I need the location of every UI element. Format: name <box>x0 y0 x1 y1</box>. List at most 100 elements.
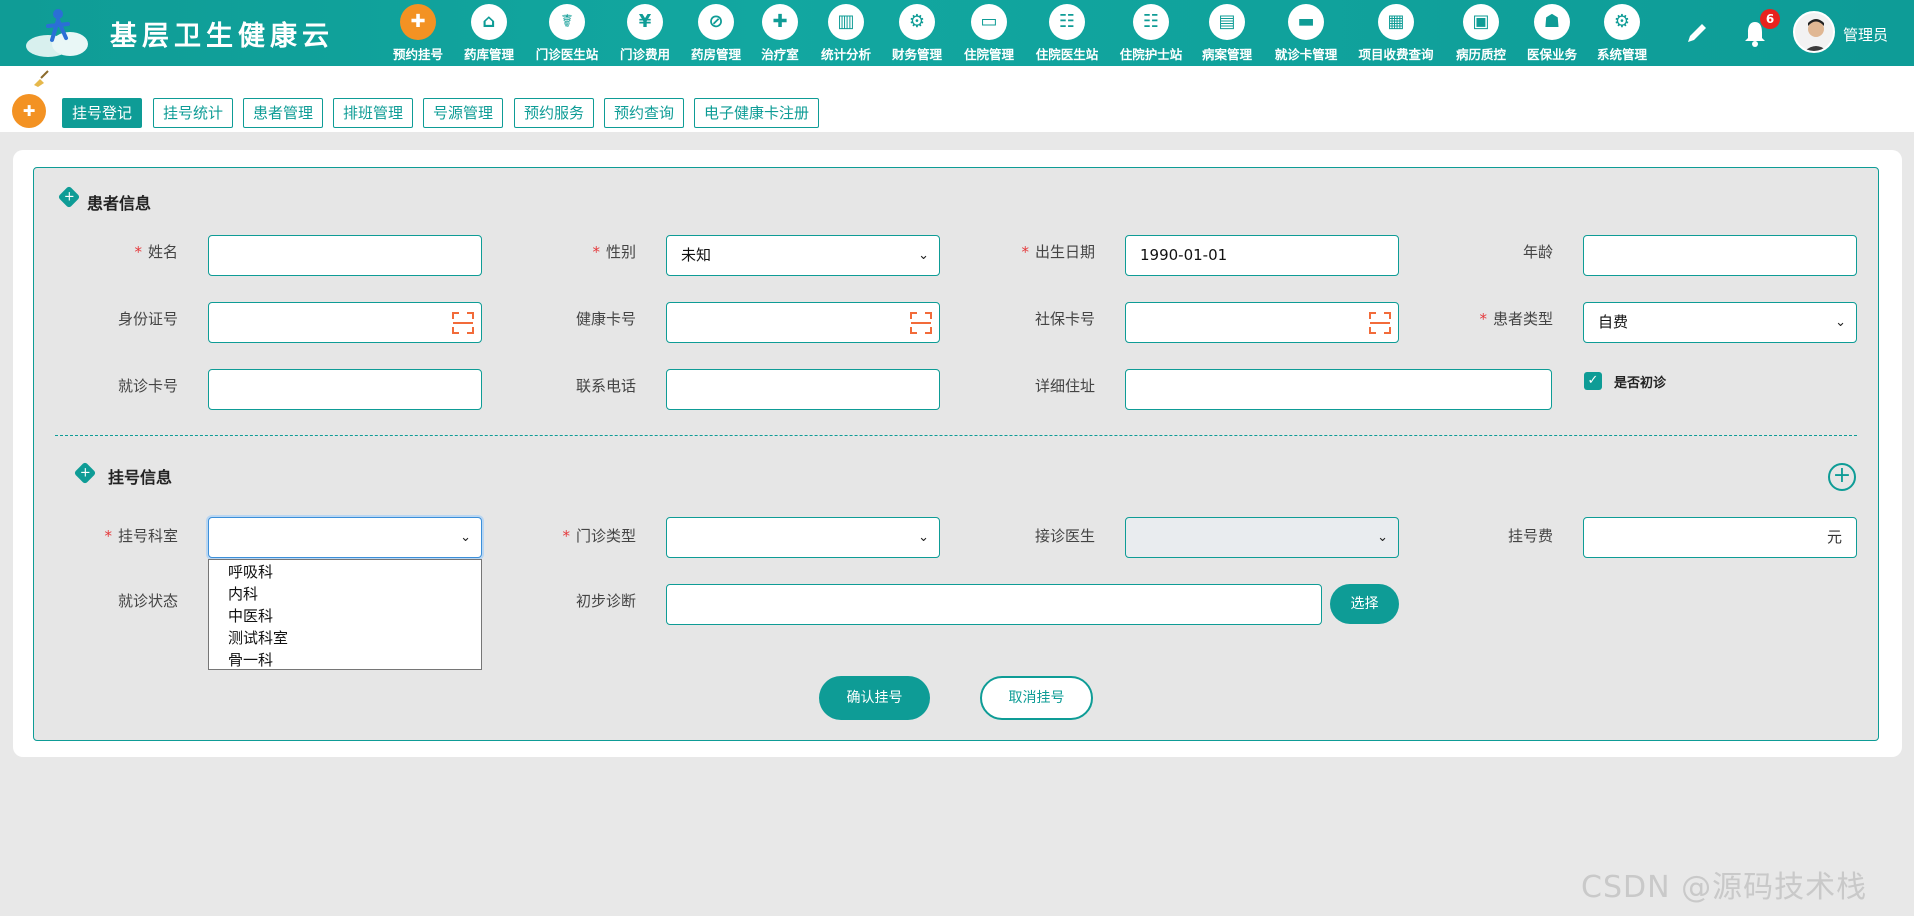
tab-source-management[interactable]: 号源管理 <box>423 98 504 128</box>
nav-item-visit-card[interactable]: ▬ 就诊卡管理 <box>1268 4 1344 64</box>
department-select[interactable]: ⌄ <box>208 517 482 558</box>
chevron-down-icon: ⌄ <box>918 530 929 545</box>
nav-item-inpatient-doctor[interactable]: ☷ 住院医生站 <box>1029 4 1105 64</box>
health-card-label: 健康卡号 <box>575 310 636 328</box>
nav-item-outpatient-doctor[interactable]: ☤ 门诊医生站 <box>529 4 605 64</box>
patient-type-label: * 患者类型 <box>1479 310 1553 328</box>
chevron-down-icon: ⌄ <box>460 530 471 545</box>
doctor-select: ⌄ <box>1125 517 1399 558</box>
birth-date-label: * 出生日期 <box>1021 243 1095 261</box>
visit-card-input[interactable] <box>208 369 482 410</box>
diagnosis-input[interactable] <box>666 584 1322 625</box>
patient-type-select[interactable]: 自费 ⌄ <box>1583 302 1857 343</box>
card-icon: ▬ <box>1288 4 1324 40</box>
nav-item-record-qc[interactable]: ▣ 病历质控 <box>1443 4 1519 64</box>
nav-item-inpatient[interactable]: ▭ 住院管理 <box>951 4 1027 64</box>
fee-unit: 元 <box>1826 528 1842 546</box>
nav-item-case-records[interactable]: ▤ 病案管理 <box>1189 4 1265 64</box>
phone-input[interactable] <box>666 369 940 410</box>
tab-register[interactable]: 挂号登记 <box>62 98 143 128</box>
clinic-type-label: * 门诊类型 <box>562 527 636 545</box>
dropdown-option[interactable]: 中医科 <box>209 605 481 627</box>
notification-badge: 6 <box>1760 9 1780 29</box>
nav-item-inpatient-nurse[interactable]: ☷ 住院护士站 <box>1113 4 1189 64</box>
tab-appointment-query[interactable]: 预约查询 <box>604 98 685 128</box>
first-visit-checkbox[interactable]: ✓ <box>1584 372 1602 390</box>
app-brand: 基层卫生健康云 <box>110 21 334 52</box>
name-label: * 姓名 <box>134 243 178 261</box>
confirm-registration-button[interactable]: 确认挂号 <box>819 676 930 720</box>
file-check-icon: ▣ <box>1463 4 1499 40</box>
phone-label: 联系电话 <box>575 377 636 395</box>
chevron-down-icon: ⌄ <box>918 248 929 263</box>
logo-icon <box>26 9 88 57</box>
chart-icon: ▥ <box>828 4 864 40</box>
birth-date-input[interactable]: 1990-01-01 <box>1125 235 1399 276</box>
tab-schedule-management[interactable]: 排班管理 <box>333 98 414 128</box>
user-name[interactable]: 管理员 <box>1843 24 1888 45</box>
settings-icon: ⚙ <box>1604 4 1640 40</box>
address-label: 详细住址 <box>1034 377 1095 395</box>
gender-label: * 性别 <box>592 243 636 261</box>
nav-item-system[interactable]: ⚙ 系统管理 <box>1584 4 1660 64</box>
age-label: 年龄 <box>1522 243 1553 261</box>
name-input[interactable] <box>208 235 482 276</box>
gear-money-icon: ⚙ <box>899 4 935 40</box>
dropdown-option[interactable]: 测试科室 <box>209 627 481 649</box>
chevron-down-icon: ⌄ <box>1377 530 1388 545</box>
avatar[interactable] <box>1793 11 1835 53</box>
id-number-input[interactable] <box>208 302 482 343</box>
age-input[interactable] <box>1583 235 1857 276</box>
department-dropdown-list: 呼吸科 内科 中医科 测试科室 骨一科 <box>208 559 482 670</box>
id-number-label: 身份证号 <box>117 310 178 328</box>
nurse-card-icon: ☷ <box>1133 4 1169 40</box>
tab-register-stats[interactable]: 挂号统计 <box>153 98 234 128</box>
dropdown-option[interactable]: 骨一科 <box>209 649 481 671</box>
scan-icon[interactable] <box>909 311 933 335</box>
nav-item-drug-store[interactable]: ⌂ 药库管理 <box>451 4 527 64</box>
dropdown-option[interactable]: 呼吸科 <box>209 561 481 583</box>
dropdown-option[interactable]: 内科 <box>209 583 481 605</box>
pencil-icon[interactable] <box>1684 20 1710 46</box>
gender-select[interactable]: 未知 ⌄ <box>666 235 940 276</box>
add-registration-button[interactable]: + <box>1828 463 1856 491</box>
registration-section-title: 挂号信息 <box>108 468 173 487</box>
nav-item-treatment-room[interactable]: ✚ 治疗室 <box>742 4 818 64</box>
patient-section-title: 患者信息 <box>87 194 152 213</box>
select-diagnosis-button[interactable]: 选择 <box>1330 584 1399 624</box>
bed-icon: ▭ <box>971 4 1007 40</box>
nav-item-fee-query[interactable]: ▦ 项目收费查询 <box>1358 4 1434 64</box>
pill-icon: ⊘ <box>698 4 734 40</box>
scan-icon[interactable] <box>451 311 475 335</box>
nav-item-finance[interactable]: ⚙ 财务管理 <box>879 4 955 64</box>
watermark: CSDN @源码技术栈 <box>1581 870 1868 905</box>
nav-item-outpatient-fee[interactable]: ¥ 门诊费用 <box>607 4 683 64</box>
house-icon: ⌂ <box>471 4 507 40</box>
department-label: * 挂号科室 <box>104 527 178 545</box>
fee-label: 挂号费 <box>1507 527 1553 545</box>
visit-status-label: 就诊状态 <box>117 592 178 610</box>
insurance-icon: ☗ <box>1534 4 1570 40</box>
calendar-icon: ✚ <box>400 4 436 40</box>
chevron-down-icon: ⌄ <box>1835 315 1846 330</box>
broom-icon[interactable] <box>32 69 50 87</box>
tab-appointment-service[interactable]: 预约服务 <box>514 98 595 128</box>
social-security-input[interactable] <box>1125 302 1399 343</box>
doctor-icon: ☤ <box>549 4 585 40</box>
nav-item-appointment[interactable]: ✚ 预约挂号 <box>380 4 456 64</box>
nurse-icon: ✚ <box>762 4 798 40</box>
tab-e-health-card[interactable]: 电子健康卡注册 <box>694 98 820 128</box>
nav-item-insurance[interactable]: ☗ 医保业务 <box>1514 4 1590 64</box>
fee-input[interactable]: 元 <box>1583 517 1857 558</box>
health-card-input[interactable] <box>666 302 940 343</box>
module-home-icon[interactable]: ✚ <box>12 94 46 128</box>
scan-icon[interactable] <box>1368 311 1392 335</box>
record-icon: ▤ <box>1209 4 1245 40</box>
nav-item-statistics[interactable]: ▥ 统计分析 <box>808 4 884 64</box>
clinic-type-select[interactable]: ⌄ <box>666 517 940 558</box>
address-input[interactable] <box>1125 369 1552 410</box>
first-visit-label: 是否初诊 <box>1614 376 1667 391</box>
yen-icon: ¥ <box>627 4 663 40</box>
tab-patient-management[interactable]: 患者管理 <box>243 98 324 128</box>
cancel-registration-button[interactable]: 取消挂号 <box>980 676 1093 720</box>
